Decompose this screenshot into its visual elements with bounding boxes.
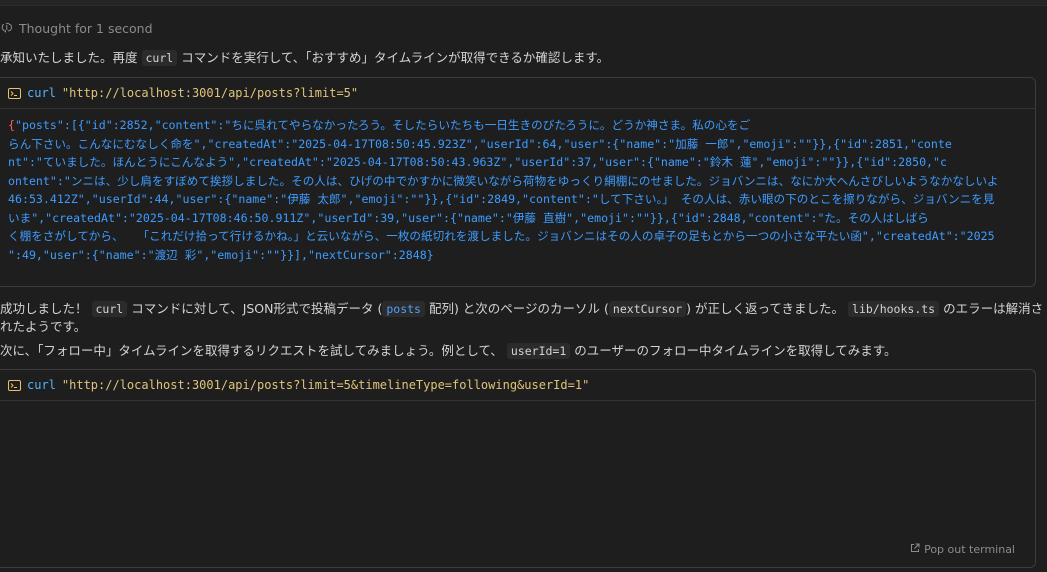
success-paragraph: 成功しました！ curl コマンドに対して、JSON形式で投稿データ (post… [0, 300, 1045, 335]
output-line: ontent":"ンニは、少し肩をすぼめて挨拶しました。その人は、ひげの中でかす… [8, 173, 999, 188]
output-line: いま","createdAt":"2025-04-17T08:46:50.911… [8, 210, 929, 225]
output-line: "posts":[{"id":2852,"content":"ちに呉れてやらなか… [14, 118, 751, 132]
terminal-1-header: curl "http://localhost:3001/api/posts?li… [0, 78, 1035, 109]
output-line: 46:53.412Z","userId":44,"user":{"name":"… [8, 192, 995, 206]
terminal-1-command: curl [27, 86, 56, 100]
terminal-icon [8, 379, 21, 391]
terminal-2-argument: "http://localhost:3001/api/posts?limit=5… [61, 378, 590, 392]
success-text: 成功しました！ [0, 301, 88, 316]
success-text: ) が正しく返ってきました。 [686, 301, 845, 316]
intro-inline-code: curl [141, 50, 178, 66]
intro-text-after: コマンドを実行して、「おすすめ」タイムラインが取得できるか確認します。 [181, 50, 610, 65]
inline-code-hooks-file: lib/hooks.ts [848, 301, 940, 317]
output-line: く棚をさがしてから、 「これだけ拾って行けるかね。」と云いながら、一枚の紙切れを… [8, 229, 995, 243]
success-text: 配列) と次のページのカーソル ( [424, 301, 609, 316]
output-open-brace: { [8, 118, 15, 132]
pop-out-terminal-button[interactable]: Pop out terminal [910, 543, 1015, 556]
brain-icon [1, 22, 13, 34]
terminal-1-argument: "http://localhost:3001/api/posts?limit=5… [61, 86, 359, 100]
inline-code-curl: curl [91, 301, 128, 317]
chat-page: Thought for 1 second 承知いたしました。再度 curl コマ… [0, 0, 1047, 572]
output-line: nt":"ていました。ほんとうにこんなよう","createdAt":"2025… [8, 155, 947, 169]
terminal-block-2[interactable]: curl "http://localhost:3001/api/posts?li… [0, 369, 1036, 568]
next-text-after: のユーザーのフォロー中タイムラインを取得してみます。 [574, 343, 897, 358]
inline-code-userid: userId=1 [506, 343, 571, 359]
output-line: らん下さい。こんなにむなしく命を","createdAt":"2025-04-1… [8, 136, 952, 151]
output-line: ":49,"user":{"name":"渡辺 彩","emoji":""}}]… [8, 247, 434, 262]
terminal-2-command: curl [27, 378, 56, 392]
inline-code-nextcursor: nextCursor [608, 301, 687, 317]
inline-code-posts: posts [382, 301, 425, 317]
intro-text-before: 承知いたしました。再度 [0, 50, 138, 65]
terminal-1-output: {"posts":[{"id":2852,"content":"ちに呉れてやらな… [0, 109, 1035, 264]
intro-paragraph: 承知いたしました。再度 curl コマンドを実行して、「おすすめ」タイムラインが… [0, 49, 1045, 67]
external-link-icon [910, 543, 920, 556]
terminal-icon [8, 87, 21, 99]
terminal-block-1[interactable]: curl "http://localhost:3001/api/posts?li… [0, 77, 1036, 287]
next-paragraph: 次に、「フォロー中」タイムラインを取得するリクエストを試してみましょう。例として… [0, 342, 1045, 360]
next-text-before: 次に、「フォロー中」タイムラインを取得するリクエストを試してみましょう。例として… [0, 343, 503, 358]
thought-indicator[interactable]: Thought for 1 second [1, 19, 153, 37]
pop-out-label: Pop out terminal [924, 543, 1015, 556]
success-text: のエラーは解 [939, 301, 1019, 316]
top-bar [0, 0, 1047, 6]
terminal-2-header: curl "http://localhost:3001/api/posts?li… [0, 370, 1035, 401]
thought-label: Thought for 1 second [19, 20, 153, 36]
success-text: コマンドに対して、JSON形式で投稿データ ( [131, 301, 383, 316]
